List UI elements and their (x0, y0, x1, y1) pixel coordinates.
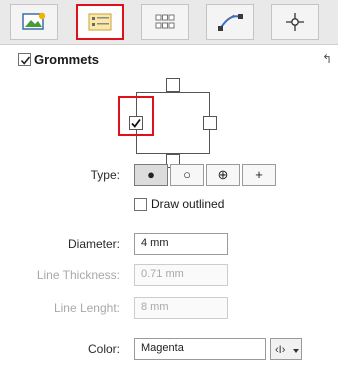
type-plus-button[interactable]: + (242, 164, 276, 186)
color-field[interactable]: Magenta (134, 338, 266, 360)
diameter-field[interactable]: 4 mm (134, 233, 228, 255)
color-picker-icon: ‹I› (275, 344, 299, 356)
type-label: Type: (90, 168, 120, 182)
tab-grommet-layout[interactable] (76, 4, 124, 40)
line-length-label: Line Lenght: (53, 301, 120, 315)
color-label: Color: (87, 342, 120, 356)
filled-circle-icon: ● (147, 167, 155, 182)
draw-outlined-checkbox[interactable] (134, 198, 147, 211)
grommet-position-right[interactable] (203, 116, 217, 130)
color-picker-dropdown[interactable]: ‹I› (270, 338, 302, 360)
grommets-checkbox[interactable] (18, 53, 31, 66)
tab-grid[interactable] (141, 4, 189, 40)
type-crosshair-circle-button[interactable]: ⊕ (206, 164, 240, 186)
toolbar (0, 0, 338, 45)
grommet-position-diagram (118, 78, 224, 174)
tab-target[interactable] (271, 4, 319, 40)
line-length-field[interactable]: 8 mm (134, 297, 228, 319)
section-title: Grommets (34, 52, 100, 67)
diameter-label: Diameter: (67, 237, 120, 251)
draw-outlined-label: Draw outlined (151, 197, 225, 211)
plus-icon: + (255, 167, 263, 182)
selection-highlight (118, 96, 154, 136)
svg-text:‹I›: ‹I› (275, 344, 286, 356)
reset-arrow-icon[interactable]: ↰ (322, 52, 332, 66)
line-thickness-field[interactable]: 0.71 mm (134, 264, 228, 286)
line-thickness-label: Line Thickness: (36, 268, 120, 282)
grommet-position-top[interactable] (166, 78, 180, 92)
tab-image-settings[interactable] (10, 4, 58, 40)
type-hollow-circle-button[interactable]: ○ (170, 164, 204, 186)
crosshair-circle-icon: ⊕ (217, 167, 229, 182)
hollow-circle-icon: ○ (183, 167, 191, 182)
type-filled-circle-button[interactable]: ● (134, 164, 168, 186)
tab-curve[interactable] (206, 4, 254, 40)
